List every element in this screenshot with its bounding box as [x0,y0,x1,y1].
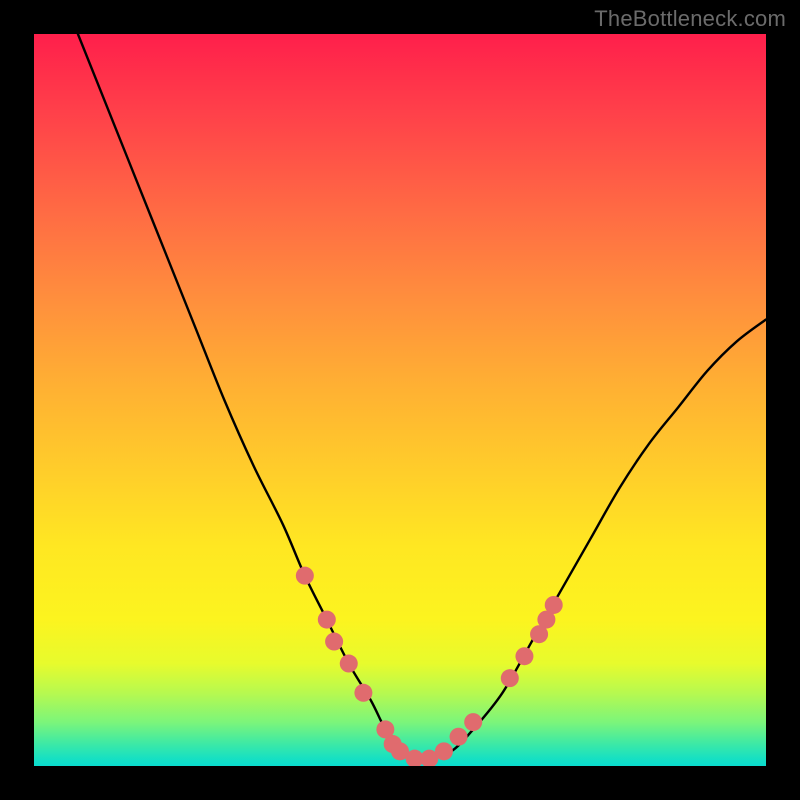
marker-point [340,655,358,673]
bottleneck-curve-path [78,34,766,760]
marker-point [464,713,482,731]
marker-point [296,567,314,585]
marker-point [501,669,519,687]
chart-svg [34,34,766,766]
marker-point [545,596,563,614]
marker-point [318,611,336,629]
chart-plot-area [34,34,766,766]
highlight-markers [296,567,563,766]
marker-point [435,742,453,760]
marker-point [354,684,372,702]
marker-point [325,633,343,651]
marker-point [515,647,533,665]
chart-frame: TheBottleneck.com [0,0,800,800]
marker-point [450,728,468,746]
watermark-text: TheBottleneck.com [594,6,786,32]
